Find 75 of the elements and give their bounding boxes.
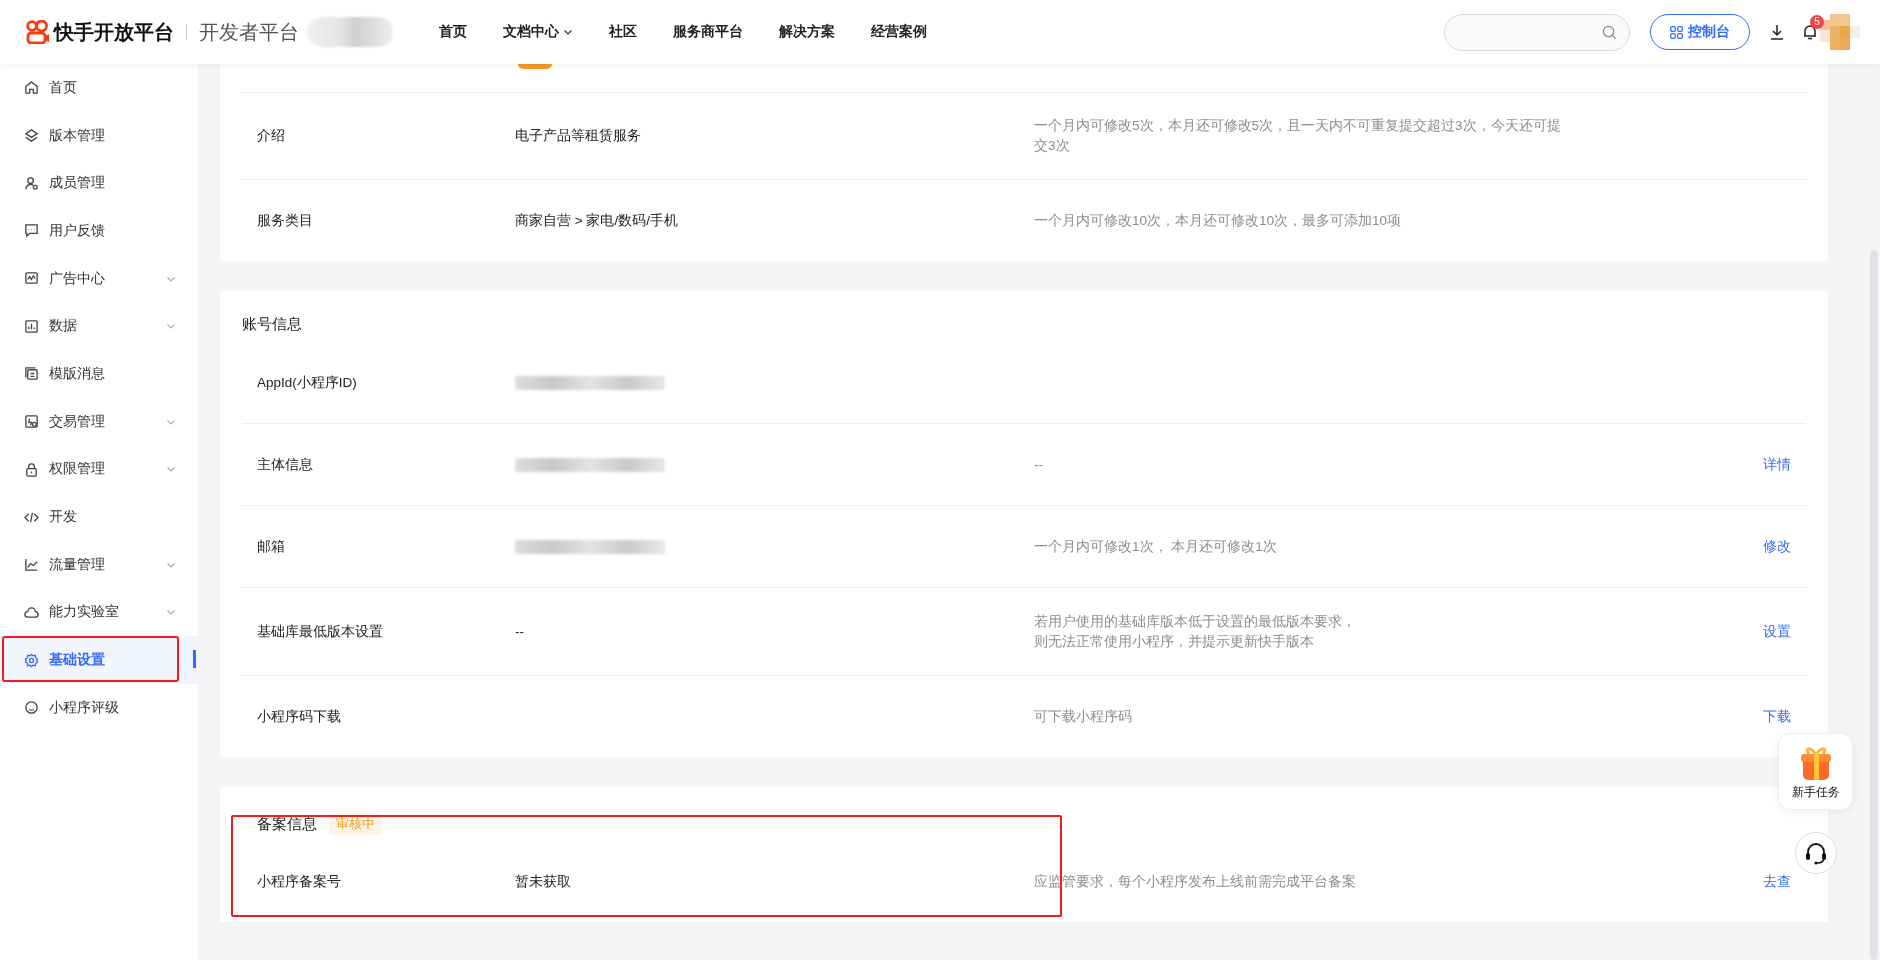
field-value: -- xyxy=(515,624,524,639)
person-icon xyxy=(24,175,39,191)
search-icon xyxy=(1602,24,1617,40)
card-icon xyxy=(24,414,39,430)
nav-link[interactable]: 解决方案 xyxy=(779,23,835,41)
field-value: 电子产品等租赁服务 xyxy=(515,128,641,143)
section-title: 账号信息 xyxy=(242,315,302,334)
sidebar-item[interactable]: 用户反馈 xyxy=(0,207,198,255)
nav-link[interactable]: 经营案例 xyxy=(871,23,927,41)
sidebar-item[interactable]: 交易管理 xyxy=(0,397,198,446)
bar-chart-icon xyxy=(24,318,39,334)
status-tag: 审核中 xyxy=(329,813,382,835)
sidebar-item[interactable]: 开发 xyxy=(0,493,198,541)
field-hint: 若用户使用的基础库版本低于设置的最低版本要求， xyxy=(1034,612,1357,631)
grid-icon xyxy=(1670,25,1683,39)
field-label: 邮箱 xyxy=(257,537,286,556)
field-label: 基础库最低版本设置 xyxy=(257,622,384,641)
field-hint: 则无法正常使用小程序，并提示更新快手版本 xyxy=(1034,632,1315,651)
action-link[interactable]: 详情 xyxy=(1763,456,1791,472)
notification-badge: 5 xyxy=(1810,14,1824,29)
action-link[interactable]: 下载 xyxy=(1763,708,1791,724)
face-icon xyxy=(24,700,39,716)
sidebar-item[interactable]: 流量管理 xyxy=(0,540,198,589)
nav-link[interactable]: 文档中心 xyxy=(503,23,573,41)
field-hint: 一个月内可修改10次，本月还可修改10次，最多可添加10项 xyxy=(1034,211,1403,230)
cloud-icon xyxy=(24,604,39,620)
field-label: 小程序备案号 xyxy=(257,872,342,891)
chart-icon xyxy=(24,271,39,287)
action-link[interactable]: 修改 xyxy=(1763,538,1791,554)
field-label: 服务类目 xyxy=(257,211,314,230)
field-hint: 一个月内可修改1次， 本月还可修改1次 xyxy=(1034,537,1278,556)
bell-icon[interactable] xyxy=(1802,23,1818,41)
sidebar-item[interactable]: 广告中心 xyxy=(0,254,198,303)
sidebar-item[interactable]: 权限管理 xyxy=(0,445,198,494)
search-field[interactable] xyxy=(1444,13,1630,51)
field-label: AppId(小程序ID) xyxy=(257,373,358,392)
nav-link[interactable]: 社区 xyxy=(609,23,637,41)
action-link[interactable]: 设置 xyxy=(1763,623,1791,639)
download-icon[interactable] xyxy=(1770,24,1784,40)
home-icon xyxy=(24,80,39,96)
section-title: 备案信息 xyxy=(257,814,317,834)
nav-link[interactable]: 服务商平台 xyxy=(673,23,743,41)
console-button[interactable]: 控制台 xyxy=(1650,14,1750,50)
logo-icon xyxy=(26,20,50,44)
field-label: 主体信息 xyxy=(257,455,314,474)
platform-title: 开发者平台 xyxy=(199,19,299,45)
sidebar-item[interactable]: 数据 xyxy=(0,302,198,351)
field-value: 商家自营 > 家电/数码/手机 xyxy=(515,212,678,228)
field-label: 介绍 xyxy=(257,127,286,145)
headset-icon xyxy=(1805,841,1827,865)
field-label: 小程序码下载 xyxy=(257,707,342,726)
layers-icon xyxy=(24,128,39,144)
field-hint: -- xyxy=(1034,455,1044,474)
line-chart-icon xyxy=(24,557,39,573)
sidebar-item[interactable]: 基础设置 xyxy=(0,636,198,684)
sidebar-item[interactable]: 模版消息 xyxy=(0,350,198,398)
lock-icon xyxy=(24,461,39,477)
action-link[interactable]: 去查 xyxy=(1763,873,1791,889)
sidebar-item[interactable]: 版本管理 xyxy=(0,111,198,160)
field-value: 暂未获取 xyxy=(515,873,571,889)
nav-link[interactable]: 首页 xyxy=(439,23,467,41)
sidebar-item[interactable]: 能力实验室 xyxy=(0,588,198,637)
logo[interactable]: 快手开放平台 xyxy=(26,18,174,46)
logo-text: 快手开放平台 xyxy=(54,19,174,45)
document-icon xyxy=(24,366,39,382)
caret-icon xyxy=(563,27,573,37)
settings-icon xyxy=(24,652,39,668)
sidebar-item[interactable]: 首页 xyxy=(0,64,198,112)
field-hint: 一个月内可修改5次，本月还可修改5次，且一天内不可重复提交超过3次，今天还可提交3次 xyxy=(1034,117,1562,155)
chat-icon xyxy=(24,223,39,239)
task-widget[interactable]: 新手任务 xyxy=(1778,733,1853,810)
sidebar-item[interactable]: 小程序评级 xyxy=(0,683,198,732)
field-hint: 可下载小程序码 xyxy=(1034,707,1133,726)
sidebar-item[interactable]: 成员管理 xyxy=(0,159,198,208)
active-indicator xyxy=(193,650,196,669)
